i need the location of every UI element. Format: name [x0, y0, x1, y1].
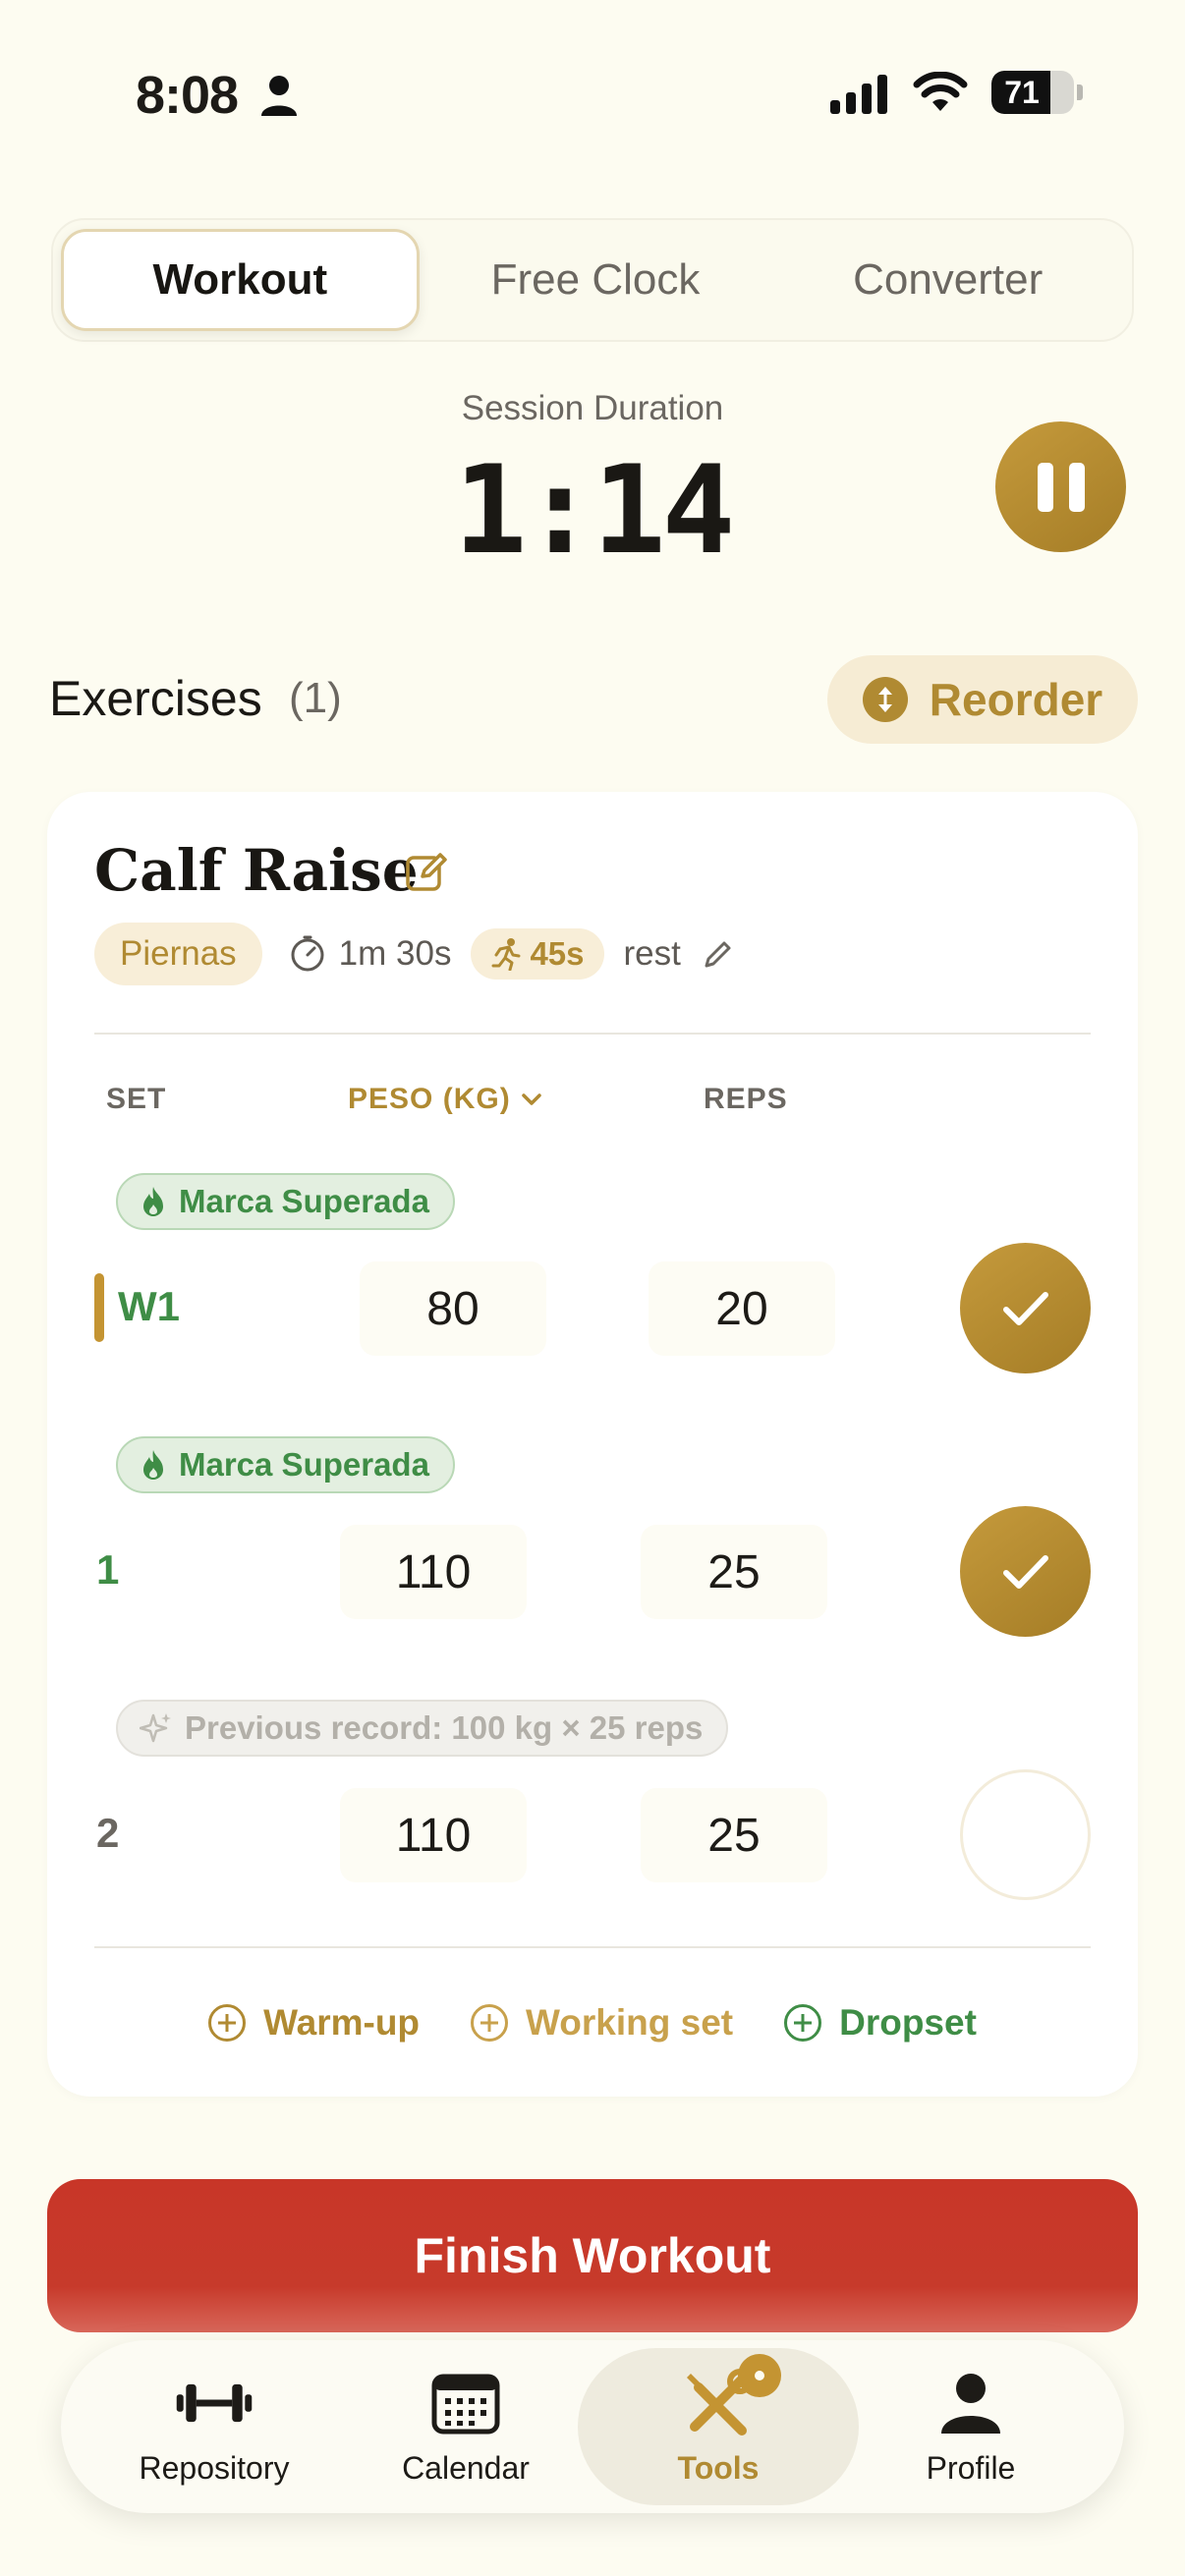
- checkmark-icon: [1002, 1291, 1048, 1325]
- add-set-row: Warm-up Working set Dropset: [47, 2002, 1138, 2044]
- fire-icon: [143, 1450, 163, 1480]
- nav-profile[interactable]: Profile: [843, 2340, 1099, 2513]
- card-divider-top: [94, 1033, 1091, 1035]
- reorder-button[interactable]: Reorder: [827, 655, 1138, 744]
- tab-converter[interactable]: Converter: [771, 229, 1124, 331]
- add-warmup-label: Warm-up: [263, 2002, 421, 2043]
- nav-label: Calendar: [402, 2449, 530, 2486]
- reorder-label: Reorder: [929, 674, 1103, 725]
- previous-record-text: Previous record: 100 kg × 25 reps: [185, 1709, 704, 1746]
- complete-set-button[interactable]: [960, 1769, 1091, 1900]
- cellular-signal-icon: [830, 71, 889, 114]
- battery-nub: [1077, 84, 1083, 100]
- person-icon: [261, 76, 297, 116]
- warm-up-indicator: [94, 1273, 104, 1342]
- add-dropset-label: Dropset: [839, 2002, 977, 2043]
- column-header-reps: REPS: [704, 1083, 788, 1115]
- tab-workout[interactable]: Workout: [61, 229, 420, 331]
- battery-icon: 71: [991, 71, 1074, 114]
- set-label: W1: [118, 1283, 180, 1329]
- set-label: 2: [96, 1810, 120, 1856]
- edit-rest-icon[interactable]: [703, 938, 734, 970]
- card-divider-bottom: [94, 1946, 1091, 1948]
- previous-record-badge: Previous record: 100 kg × 25 reps: [116, 1700, 729, 1757]
- plus-circle-icon: [784, 2004, 822, 2042]
- finish-workout-button[interactable]: Finish Workout: [47, 2179, 1138, 2332]
- wifi-icon: [913, 72, 968, 111]
- tab-free-clock[interactable]: Free Clock: [420, 229, 772, 331]
- dumbbell-icon: [175, 2368, 254, 2438]
- fire-icon: [143, 1187, 163, 1216]
- muscle-group-tag: Piernas: [94, 923, 262, 985]
- add-working-set-label: Working set: [526, 2002, 734, 2043]
- profile-icon: [931, 2368, 1010, 2438]
- add-working-set-button[interactable]: Working set: [471, 2002, 733, 2044]
- checkmark-icon: [1002, 1554, 1048, 1589]
- plus-circle-icon: [208, 2004, 247, 2042]
- reps-input[interactable]: 25: [641, 1525, 827, 1619]
- exercise-meta-row: Piernas 1m 30s 45s rest: [94, 923, 734, 985]
- tools-badge: [738, 2353, 781, 2397]
- exercise-card: Calf Raise Piernas 1m 30s 45s rest SET P…: [47, 792, 1138, 2097]
- pause-button[interactable]: [995, 421, 1126, 552]
- add-dropset-button[interactable]: Dropset: [784, 2002, 977, 2044]
- add-warmup-button[interactable]: Warm-up: [208, 2002, 420, 2044]
- sparkle-icon: [140, 1713, 171, 1743]
- reorder-icon: [862, 677, 908, 722]
- rest-timer-pill[interactable]: 45s: [471, 928, 604, 980]
- weight-input[interactable]: 110: [340, 1525, 527, 1619]
- reps-input[interactable]: 20: [649, 1261, 835, 1356]
- plus-circle-icon: [471, 2004, 509, 2042]
- set-label: 1: [96, 1546, 120, 1593]
- nav-label: Tools: [677, 2449, 760, 2486]
- exercise-duration-value: 1m 30s: [338, 934, 452, 973]
- column-header-set: SET: [106, 1083, 167, 1115]
- rest-timer-value: 45s: [530, 935, 585, 972]
- stopwatch-icon: [291, 935, 324, 972]
- personal-record-badge: Marca Superada: [116, 1173, 455, 1230]
- battery-percent: 71: [1004, 75, 1040, 110]
- nav-label: Profile: [926, 2449, 1016, 2486]
- exercises-heading: Exercises: [49, 671, 262, 726]
- mode-tabs: Workout Free Clock Converter: [51, 218, 1134, 342]
- column-header-weight-label: PESO (KG): [348, 1083, 511, 1115]
- pause-icon: [1037, 462, 1053, 512]
- weight-input[interactable]: 80: [360, 1261, 546, 1356]
- weight-input[interactable]: 110: [340, 1788, 527, 1882]
- running-icon: [491, 938, 521, 971]
- exercises-count: (1): [289, 674, 342, 722]
- exercise-duration: 1m 30s: [288, 934, 452, 974]
- bottom-navigation: Repository Calendar Tools Profile: [61, 2340, 1124, 2513]
- status-time: 8:08: [136, 66, 239, 125]
- tools-icon: [679, 2353, 781, 2438]
- complete-set-button[interactable]: [960, 1243, 1091, 1373]
- session-duration-label: Session Duration: [461, 389, 724, 427]
- pause-icon-bar: [1068, 462, 1085, 512]
- column-header-weight[interactable]: PESO (KG): [348, 1083, 542, 1116]
- personal-record-badge: Marca Superada: [116, 1436, 455, 1493]
- rest-label: rest: [623, 934, 681, 973]
- calendar-icon: [426, 2368, 505, 2438]
- status-bar: 8:08 71: [0, 0, 1185, 196]
- reps-input[interactable]: 25: [641, 1788, 827, 1882]
- nav-tools[interactable]: Tools: [578, 2348, 859, 2505]
- exercise-name: Calf Raise: [94, 837, 419, 904]
- record-badge-text: Marca Superada: [179, 1446, 429, 1483]
- complete-set-button[interactable]: [960, 1506, 1091, 1637]
- status-indicators: 71: [830, 71, 1083, 114]
- record-badge-text: Marca Superada: [179, 1183, 429, 1219]
- chevron-down-icon: [521, 1093, 541, 1105]
- nav-repository[interactable]: Repository: [86, 2340, 342, 2513]
- nav-label: Repository: [139, 2449, 290, 2486]
- nav-calendar[interactable]: Calendar: [338, 2340, 593, 2513]
- edit-exercise-icon[interactable]: [403, 849, 450, 896]
